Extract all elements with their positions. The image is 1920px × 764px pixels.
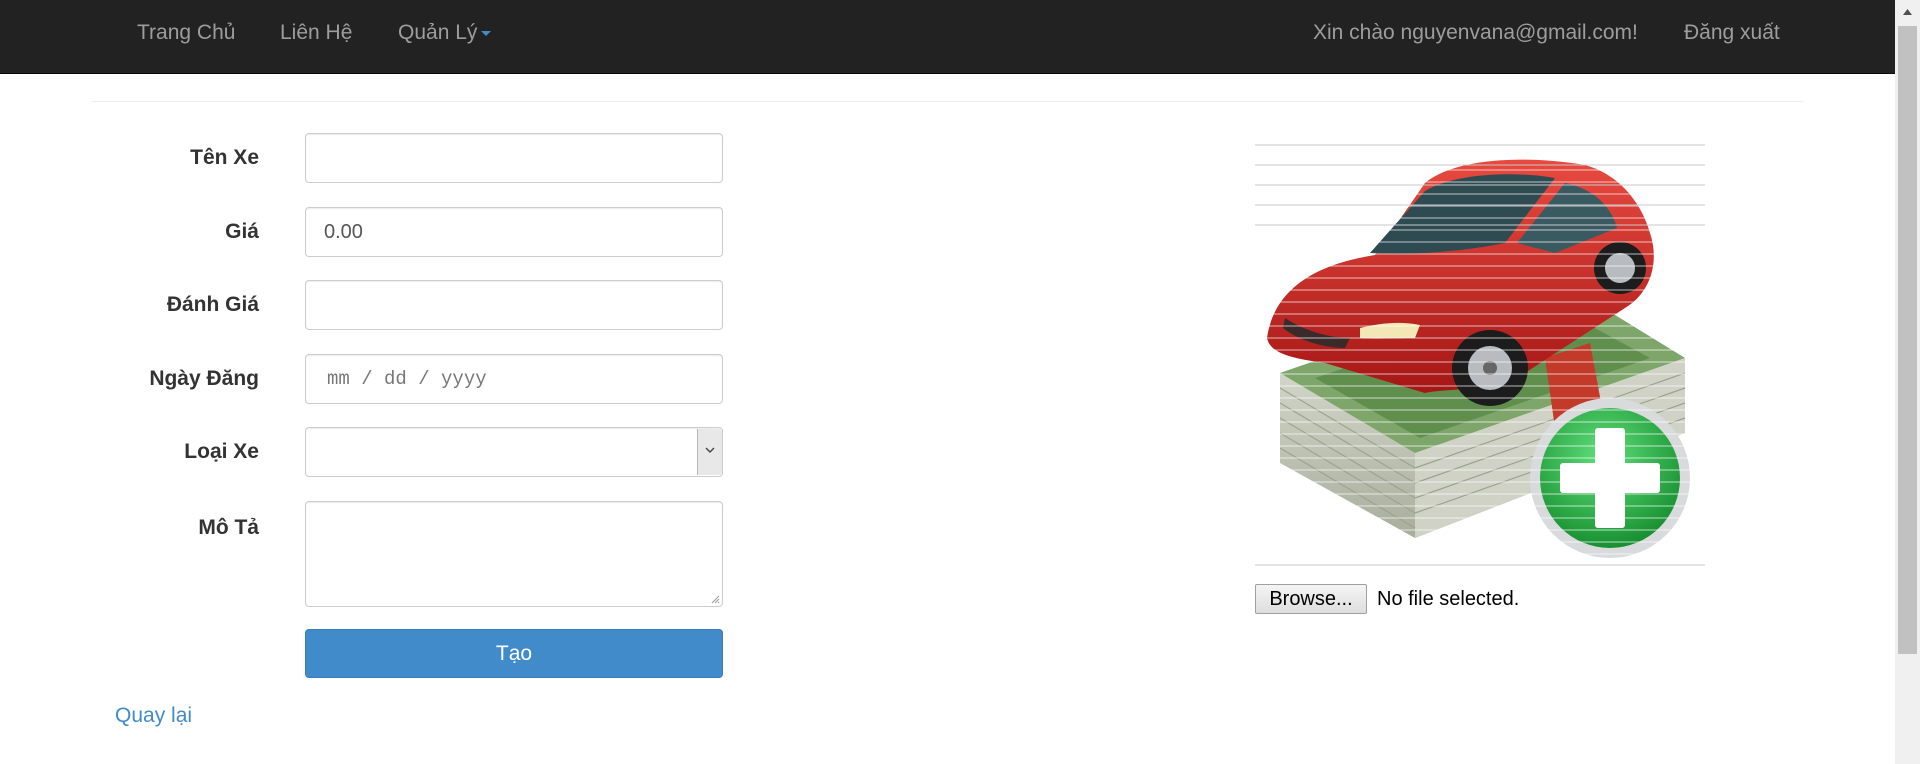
browse-button[interactable]: Browse... [1255,584,1367,614]
caret-down-icon [481,30,492,36]
logout-link[interactable]: Đăng xuất [1684,21,1780,45]
car-preview-image [1255,143,1705,568]
car-type-select[interactable] [305,427,723,477]
back-link[interactable]: Quay lại [115,704,192,728]
description-textarea[interactable] [305,501,723,607]
scrollbar-thumb[interactable] [1898,26,1917,654]
select-arrow-button[interactable] [697,429,722,475]
add-car-icon [1255,144,1705,567]
scroll-up-arrow-icon[interactable] [1895,0,1920,25]
page-divider [91,101,1803,102]
label-post-date: Ngày Đăng [149,367,259,390]
user-greeting[interactable]: Xin chào nguyenvana@gmail.com! [1313,21,1638,45]
vertical-scrollbar[interactable] [1895,0,1920,764]
date-placeholder: mm / dd / yyyy [327,368,487,390]
price-input[interactable] [305,207,723,257]
file-status-text: No file selected. [1377,588,1520,610]
chevron-down-icon [705,447,715,453]
rating-input[interactable] [305,280,723,330]
nav-manage-label: Quản Lý [398,21,478,44]
nav-contact-link[interactable]: Liên Hệ [280,21,352,45]
nav-manage-dropdown[interactable]: Quản Lý [398,21,492,45]
nav-home-link[interactable]: Trang Chủ [137,21,235,45]
car-name-input[interactable] [305,133,723,183]
label-car-type: Loại Xe [184,440,259,463]
resize-grip-icon[interactable] [710,594,720,604]
top-navbar: Trang Chủ Liên Hệ Quản Lý Xin chào nguye… [0,0,1895,74]
label-car-name: Tên Xe [190,146,259,169]
create-button[interactable]: Tạo [305,629,723,678]
label-rating: Đánh Giá [166,293,259,316]
label-price: Giá [225,220,259,243]
label-description: Mô Tả [198,516,259,539]
